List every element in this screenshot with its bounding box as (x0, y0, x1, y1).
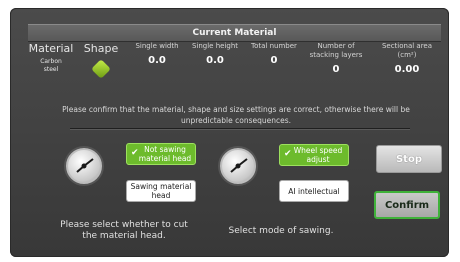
single-height-column: Single height 0.0 (190, 42, 240, 66)
material-column: Material Carbon steel (28, 42, 74, 74)
sawing-head-option[interactable]: Sawing material head (126, 180, 196, 202)
total-number-column: Total number 0 (250, 42, 298, 66)
head-select-knob[interactable] (66, 148, 102, 184)
shape-column: Shape (76, 42, 126, 79)
check-icon: ✔ (131, 148, 139, 158)
single-height-value: 0.0 (206, 55, 224, 66)
shape-label: Shape (83, 42, 119, 55)
dial-icon (230, 158, 248, 173)
material-label: Material (28, 42, 74, 55)
material-info: Material Carbon steel Shape Single width… (28, 42, 441, 100)
divider (70, 128, 410, 130)
single-width-value: 0.0 (148, 55, 166, 66)
single-width-label: Single width (135, 42, 179, 50)
check-icon: ✔ (284, 149, 292, 159)
not-sawing-head-option[interactable]: ✔ Not sawing material head (126, 143, 196, 165)
material-panel: Current Material Material Carbon steel S… (10, 8, 449, 257)
sectional-area-value: 0.00 (394, 64, 420, 75)
total-number-label: Total number (251, 42, 297, 50)
shape-icon (91, 59, 111, 79)
stop-button[interactable]: Stop (376, 145, 442, 173)
ai-mode-label: AI intellectual (288, 186, 340, 196)
head-select-hint: Please select whether to cut the materia… (60, 220, 188, 241)
mode-select-knob[interactable] (220, 148, 256, 184)
single-height-label: Single height (191, 42, 239, 50)
sectional-area-column: Sectional area (cm²) 0.00 (374, 42, 440, 75)
ai-mode-option[interactable]: AI intellectual (279, 180, 349, 202)
sawing-head-label: Sawing material head (130, 182, 192, 200)
confirm-button[interactable]: Confirm (374, 191, 440, 219)
total-number-value: 0 (270, 55, 278, 66)
mode-select-hint: Select mode of sawing. (228, 226, 334, 236)
panel-title: Current Material (28, 24, 441, 42)
dial-icon (76, 158, 94, 173)
stacking-layers-value: 0 (332, 64, 340, 75)
single-width-column: Single width 0.0 (132, 42, 182, 66)
warning-message: Please confirm that the material, shape … (62, 105, 410, 125)
wheel-speed-option[interactable]: ✔ Wheel speed adjust (279, 144, 349, 166)
sectional-area-label: Sectional area (cm²) (381, 42, 433, 59)
material-value: Carbon steel (40, 58, 62, 73)
stacking-layers-label: Number of stacking layers (309, 42, 363, 59)
stacking-layers-column: Number of stacking layers 0 (306, 42, 366, 75)
